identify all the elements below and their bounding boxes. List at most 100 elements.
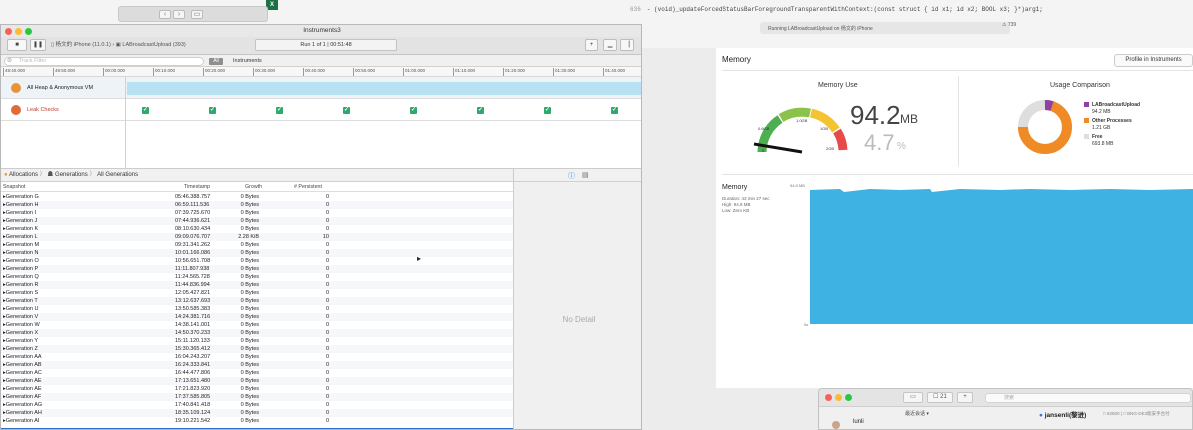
table-row[interactable]: ▸Generation AB 16:24.333.841 0 Bytes 0 xyxy=(1,361,513,369)
forward-icon[interactable]: › xyxy=(173,10,185,19)
inbox-button[interactable]: ☐ 21 xyxy=(927,392,953,403)
timestamp-cell: 09:09.076.707 xyxy=(175,234,211,240)
filter-all-button[interactable]: All xyxy=(209,58,223,65)
recent-chats-label[interactable]: 最近会话 ▾ xyxy=(905,410,929,417)
persistent-cell: 0 xyxy=(325,250,329,256)
stop-button[interactable]: ■ xyxy=(7,39,27,51)
close-icon[interactable] xyxy=(825,394,832,401)
table-row[interactable]: ▸Generation AC 16:44.477.806 0 Bytes 0 xyxy=(1,369,513,377)
profile-in-instruments-button[interactable]: Profile in Instruments xyxy=(1114,54,1193,67)
growth-cell: 0 Bytes xyxy=(240,322,259,328)
sidebar-toggle-icon[interactable]: ▭ xyxy=(903,392,923,403)
nav-all-generations[interactable]: All Generations xyxy=(97,172,138,178)
chat-window: ▭ ☐ 21 + 搜索 lunli 最近会话 ▾ ● jansenli(黎进) … xyxy=(818,388,1193,430)
table-row[interactable]: ▸Generation H 06:59.111.536 0 Bytes 0 xyxy=(1,201,513,209)
table-row[interactable]: ▸Generation I 07:39.725.670 0 Bytes 0 xyxy=(1,209,513,217)
track-filter-input[interactable]: Track Filter xyxy=(4,57,204,66)
table-row[interactable]: ▸Generation L 09:09.076.707 2.28 KiB 10 xyxy=(1,233,513,241)
col-timestamp[interactable]: Timestamp xyxy=(184,184,210,190)
persistent-cell: 10 xyxy=(322,234,329,240)
leak-check-mark-icon[interactable]: ✓ xyxy=(611,107,618,114)
minimize-icon[interactable] xyxy=(835,394,842,401)
leak-check-mark-icon[interactable]: ✓ xyxy=(410,107,417,114)
back-icon[interactable]: ‹ xyxy=(159,10,171,19)
table-row[interactable]: ▸Generation V 14:24.381.716 0 Bytes 0 xyxy=(1,313,513,321)
table-row[interactable]: ▸Generation M 09:31.341.262 0 Bytes 0 xyxy=(1,241,513,249)
zoom-icon[interactable] xyxy=(845,394,852,401)
leak-check-marks: ✓ ✓ ✓ ✓ ✓ ✓ ✓ ✓ xyxy=(1,99,641,121)
contact-name[interactable]: lunli xyxy=(853,419,864,425)
inspector-tabs: ⓘ ▤ xyxy=(513,169,641,182)
leak-check-mark-icon[interactable]: ✓ xyxy=(343,107,350,114)
nav-generations[interactable]: Generations xyxy=(55,172,88,178)
nav-allocations[interactable]: Allocations xyxy=(9,172,38,178)
table-row[interactable]: ▸Generation K 08:10.630.434 0 Bytes 0 xyxy=(1,225,513,233)
table-row[interactable]: ▸Generation AI 19:10.221.542 0 Bytes 0 xyxy=(1,417,513,425)
table-row[interactable]: ▸Generation AF 17:37.585.805 0 Bytes 0 xyxy=(1,393,513,401)
table-row[interactable]: ▸Generation Z 15:30.365.412 0 Bytes 0 xyxy=(1,345,513,353)
table-row[interactable]: ▸Generation AA 16:04.243.207 0 Bytes 0 xyxy=(1,353,513,361)
chat-search-input[interactable]: 搜索 xyxy=(985,393,1191,403)
col-persistent[interactable]: # Persistent xyxy=(294,184,322,190)
memory-value: 94.2 xyxy=(850,100,901,130)
leak-check-mark-icon[interactable]: ✓ xyxy=(142,107,149,114)
filter-instruments-button[interactable]: Instruments xyxy=(233,58,262,64)
leak-check-mark-icon[interactable]: ✓ xyxy=(544,107,551,114)
table-row[interactable]: ▸Generation AE 17:13.651.480 0 Bytes 0 xyxy=(1,377,513,385)
ruler-tick-label: 49:40.000 xyxy=(3,68,25,76)
leak-check-mark-icon[interactable]: ✓ xyxy=(276,107,283,114)
detail-panel: No Detail xyxy=(513,182,641,429)
timeline-ruler[interactable]: 49:40.000 49:50.000 00:00.000 00:10.000 00:2… xyxy=(1,67,641,77)
table-row[interactable]: ▸Generation P 11:11.807.938 0 Bytes 0 xyxy=(1,265,513,273)
growth-cell: 0 Bytes xyxy=(240,362,259,368)
pause-button[interactable]: ❚❚ xyxy=(30,39,46,51)
table-row[interactable]: ▸Generation W 14:38.141.001 0 Bytes 0 xyxy=(1,321,513,329)
table-row[interactable]: ▸Generation T 13:12.637.693 0 Bytes 0 xyxy=(1,297,513,305)
growth-cell: 0 Bytes xyxy=(240,418,259,424)
zoom-icon[interactable] xyxy=(25,28,32,35)
generation-name: Generation L xyxy=(5,234,38,240)
target-selector[interactable]: ▯ 杨文的 iPhone (11.0.1) › ▣ LABroadcastUpl… xyxy=(51,40,186,48)
minimize-icon[interactable] xyxy=(15,28,22,35)
table-row[interactable]: ▸Generation AE 17:21.823.920 0 Bytes 0 xyxy=(1,385,513,393)
col-snapshot[interactable]: Snapshot xyxy=(3,184,25,190)
new-chat-button[interactable]: + xyxy=(957,392,973,403)
usage-legend: LABroadcastUpload 94.2 MB Other Processes… xyxy=(1084,102,1140,148)
bottom-panel-toggle-icon[interactable]: ▁ xyxy=(603,39,617,51)
table-row[interactable]: ▸Generation X 14:50.370.233 0 Bytes 0 xyxy=(1,329,513,337)
gauge-label: 1GB xyxy=(820,126,828,131)
timestamp-cell: 06:59.111.536 xyxy=(175,202,210,208)
table-row[interactable]: ▸Generation R 11:44.836.994 0 Bytes 0 xyxy=(1,281,513,289)
info-icon[interactable]: ⓘ xyxy=(568,171,575,181)
table-row[interactable]: ▸Generation J 07:44.936.621 0 Bytes 0 xyxy=(1,217,513,225)
table-row[interactable]: ▸Generation U 13:50.585.383 0 Bytes 0 xyxy=(1,305,513,313)
detail-navigation-bar: ● Allocations 〉 ☗ Generations 〉 All Gene… xyxy=(1,169,513,182)
table-row[interactable]: ▸Generation AG 17:40.841.418 0 Bytes 0 xyxy=(1,401,513,409)
table-row[interactable]: ▸Generation G 05:46.388.757 0 Bytes 0 xyxy=(1,193,513,201)
ruler-tick-label: 00:10.000 xyxy=(153,68,175,76)
growth-cell: 0 Bytes xyxy=(240,402,259,408)
warning-count[interactable]: ⚠ 739 xyxy=(1002,22,1016,28)
add-instrument-button[interactable]: + xyxy=(585,39,598,51)
generation-name: Generation S xyxy=(5,290,39,296)
generation-name: Generation Q xyxy=(5,274,39,280)
table-row[interactable]: ▸Generation Q 11:24.565.728 0 Bytes 0 xyxy=(1,273,513,281)
leak-check-mark-icon[interactable]: ✓ xyxy=(209,107,216,114)
close-icon[interactable] xyxy=(5,28,12,35)
col-growth[interactable]: Growth xyxy=(245,184,262,190)
table-row[interactable]: ▸Generation AH 18:35.109.124 0 Bytes 0 xyxy=(1,409,513,417)
persistent-cell: 0 xyxy=(325,306,329,312)
leak-check-mark-icon[interactable]: ✓ xyxy=(477,107,484,114)
run-info[interactable]: Run 1 of 1 | 00:51:48 xyxy=(255,39,397,51)
sidebar-icon[interactable]: ▭ xyxy=(191,10,203,19)
timestamp-cell: 07:44.936.621 xyxy=(175,218,211,224)
right-panel-toggle-icon[interactable]: ▕ xyxy=(620,39,634,51)
table-row[interactable]: ▸Generation S 12:05.427.821 0 Bytes 0 xyxy=(1,289,513,297)
gauge-label: 1.0GB xyxy=(796,118,808,123)
table-row[interactable]: ▸Generation Y 15:11.120.133 0 Bytes 0 xyxy=(1,337,513,345)
generations-table: Snapshot Timestamp Growth # Persistent ▸… xyxy=(1,182,513,429)
timestamp-cell: 17:21.823.920 xyxy=(175,386,211,392)
document-icon[interactable]: ▤ xyxy=(582,171,589,179)
table-row[interactable]: ▸Generation N 10:01.166.086 0 Bytes 0 xyxy=(1,249,513,257)
table-row[interactable]: ▸ Generation O 10:56.651.708 0 Bytes 0 xyxy=(1,257,513,265)
